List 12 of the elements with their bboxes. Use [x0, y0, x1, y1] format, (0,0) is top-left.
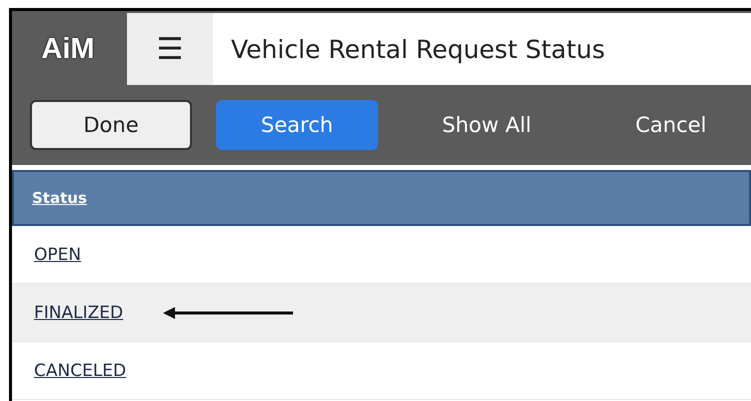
table-row[interactable]: FINALIZED: [12, 284, 751, 342]
text-button[interactable]: Cancel: [595, 100, 747, 150]
toolbar-button[interactable]: Search: [216, 100, 378, 150]
row-value-link[interactable]: FINALIZED: [34, 302, 124, 322]
menu-button[interactable]: ☰: [127, 13, 213, 85]
text-button[interactable]: Show All: [402, 100, 572, 150]
toolbar-button[interactable]: Done: [30, 100, 192, 150]
app-logo[interactable]: AiM: [12, 13, 124, 85]
row-value-link[interactable]: OPEN: [34, 244, 82, 264]
row-value-link[interactable]: CANCELED: [34, 360, 126, 380]
column-header-link[interactable]: Status: [32, 189, 87, 207]
page-title: Vehicle Rental Request Status: [213, 13, 751, 85]
